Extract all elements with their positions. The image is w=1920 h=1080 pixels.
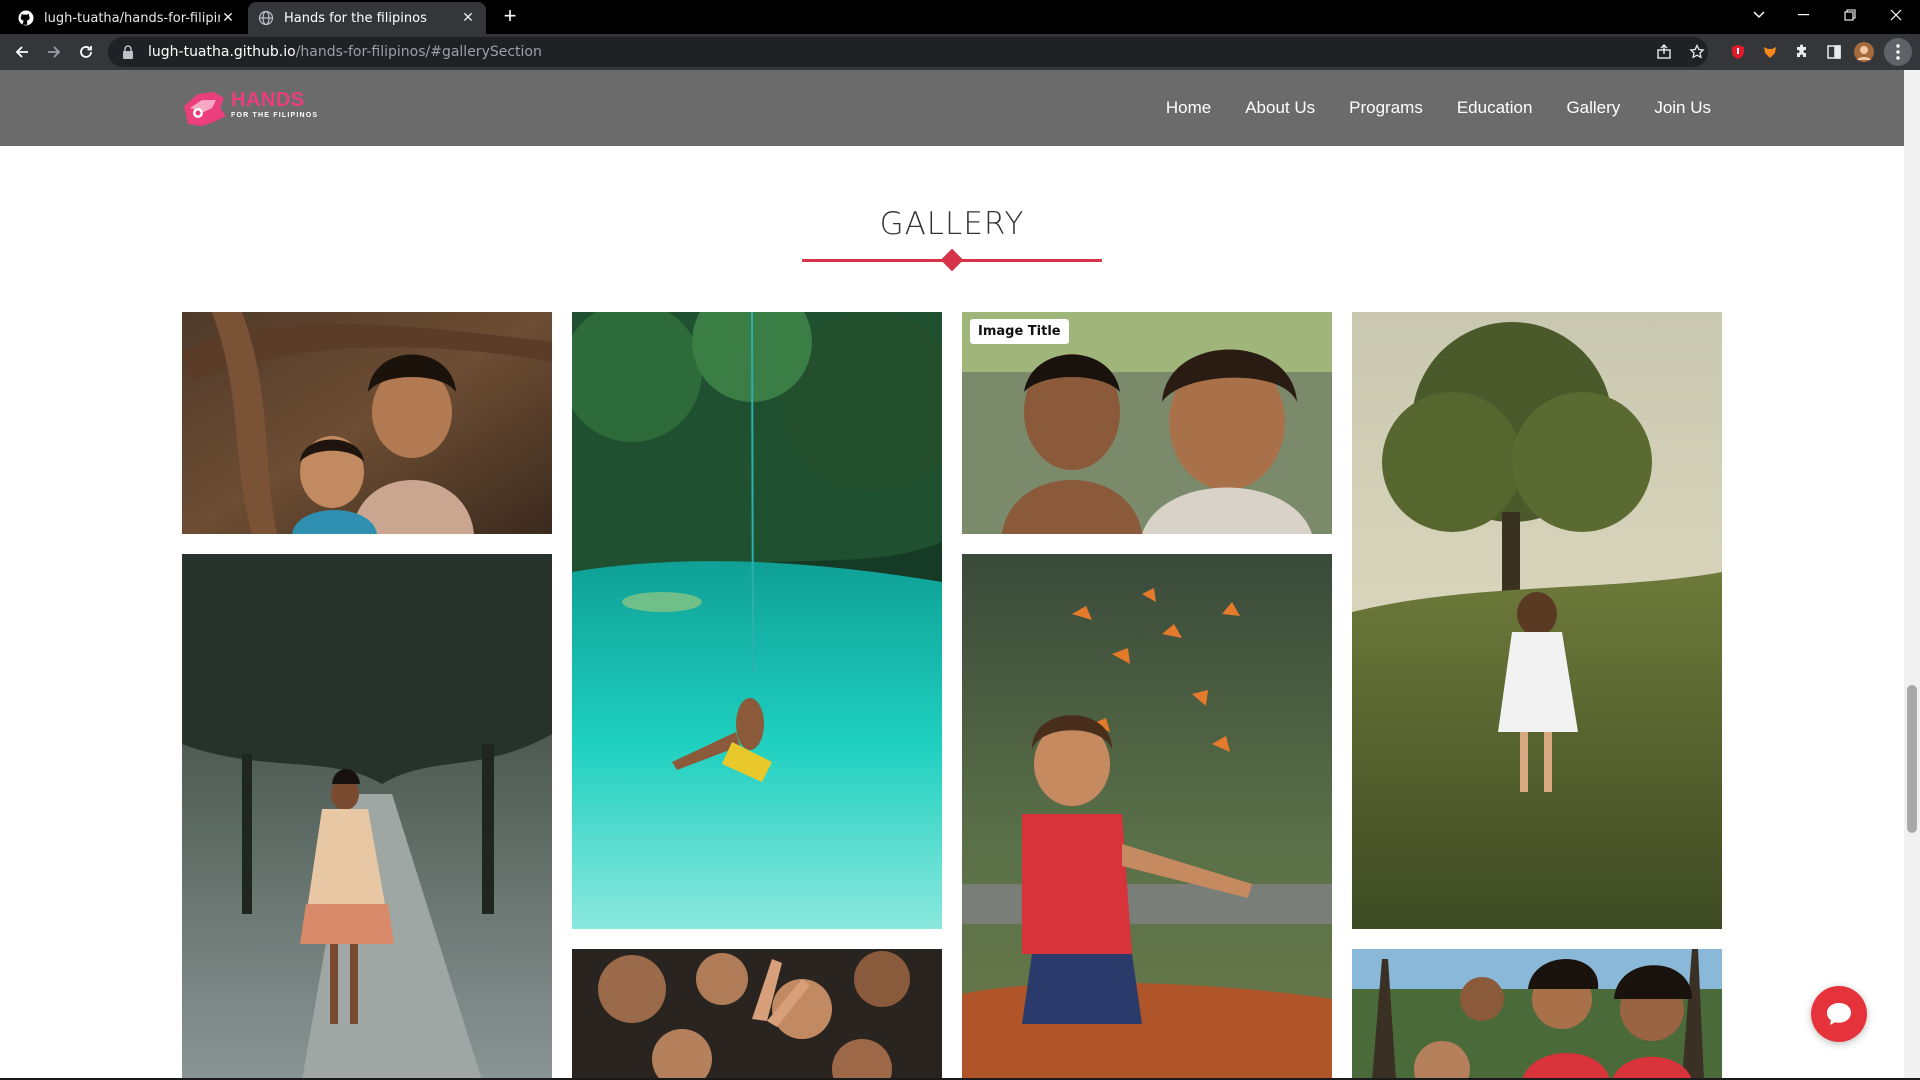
gallery-photo-girl-on-road[interactable] (182, 554, 552, 1080)
tab-search-icon[interactable] (1739, 0, 1779, 30)
nav-programs[interactable]: Programs (1349, 98, 1423, 118)
extension-fox-icon[interactable] (1758, 40, 1782, 64)
close-icon[interactable]: ✕ (220, 10, 236, 26)
browser-tab-github[interactable]: lugh-tuatha/hands-for-filipinos ✕ (8, 2, 246, 34)
extensions-puzzle-icon[interactable] (1790, 40, 1814, 64)
url-path: /hands-for-filipinos/#gallerySection (295, 44, 542, 60)
new-tab-button[interactable]: + (498, 5, 522, 29)
side-panel-icon[interactable] (1822, 40, 1846, 64)
title-divider-left (802, 259, 944, 262)
minimize-icon[interactable] (1784, 0, 1824, 30)
nav-education[interactable]: Education (1457, 98, 1533, 118)
chat-button[interactable] (1811, 986, 1867, 1042)
photo-image (182, 554, 552, 1080)
nav-about-us[interactable]: About Us (1245, 98, 1315, 118)
gallery-photo-girl-and-boy-smiling[interactable] (182, 312, 552, 534)
logo-wordmark: HANDS (231, 89, 305, 111)
image-title-badge: Image Title (970, 319, 1069, 344)
gallery-photo-two-smiling-children[interactable]: Image Title (962, 312, 1332, 534)
photo-image (572, 949, 942, 1080)
gallery-photo-boy-throwing-leaves[interactable] (962, 554, 1332, 1080)
main-menu: Home About Us Programs Education Gallery… (1166, 70, 1711, 146)
lock-icon (122, 45, 136, 59)
gallery-photo-rope-swing-lagoon[interactable] (572, 312, 942, 929)
photo-image (1352, 312, 1722, 929)
browser-toolbar: lugh-tuatha.github.io/hands-for-filipino… (0, 34, 1920, 70)
gallery-photo-girl-in-field[interactable] (1352, 312, 1722, 929)
photo-image (962, 554, 1332, 1080)
title-divider-diamond (940, 248, 964, 272)
gallery-title: GALLERY (879, 206, 1025, 242)
share-icon[interactable] (1652, 40, 1676, 64)
photo-image (572, 312, 942, 929)
photo-image (962, 312, 1332, 534)
gallery-photo-children-under-palms[interactable] (1352, 949, 1722, 1080)
extension-adblock-icon[interactable] (1726, 40, 1750, 64)
browser-tab-active[interactable]: Hands for the filipinos ✕ (248, 2, 486, 34)
browser-menu-icon[interactable] (1884, 38, 1912, 66)
nav-gallery[interactable]: Gallery (1566, 98, 1620, 118)
url-host: lugh-tuatha.github.io (148, 44, 296, 60)
site-header: HANDS FOR THE FILIPINOS Home About Us Pr… (0, 70, 1904, 146)
nav-home[interactable]: Home (1166, 98, 1211, 118)
title-divider-right (960, 259, 1102, 262)
nav-join-us[interactable]: Join Us (1654, 98, 1711, 118)
github-icon (18, 10, 34, 26)
tab-title: Hands for the filipinos (284, 10, 427, 26)
forward-icon[interactable] (42, 40, 66, 64)
close-window-icon[interactable] (1876, 0, 1916, 30)
address-bar[interactable]: lugh-tuatha.github.io/hands-for-filipino… (108, 37, 1708, 67)
gallery-photo-group-of-children[interactable] (572, 949, 942, 1080)
restore-icon[interactable] (1830, 0, 1870, 30)
site-logo[interactable]: HANDS FOR THE FILIPINOS (180, 86, 330, 130)
logo-subtitle: FOR THE FILIPINOS (231, 112, 319, 119)
bookmark-star-icon[interactable] (1685, 40, 1709, 64)
reload-icon[interactable] (74, 40, 98, 64)
globe-icon (258, 10, 274, 26)
tab-title: lugh-tuatha/hands-for-filipinos (44, 10, 220, 26)
hands-logo-icon (184, 92, 226, 126)
photo-image (182, 312, 552, 534)
page-scrollbar-track[interactable] (1904, 70, 1920, 1080)
back-icon[interactable] (10, 40, 34, 64)
page-scrollbar-thumb[interactable] (1907, 685, 1917, 833)
profile-avatar-icon[interactable] (1852, 40, 1876, 64)
photo-image (1352, 949, 1722, 1080)
browser-tab-bar: lugh-tuatha/hands-for-filipinos ✕ Hands … (0, 0, 1920, 34)
close-icon[interactable]: ✕ (460, 10, 476, 26)
chat-bubble-icon (1827, 1003, 1851, 1025)
